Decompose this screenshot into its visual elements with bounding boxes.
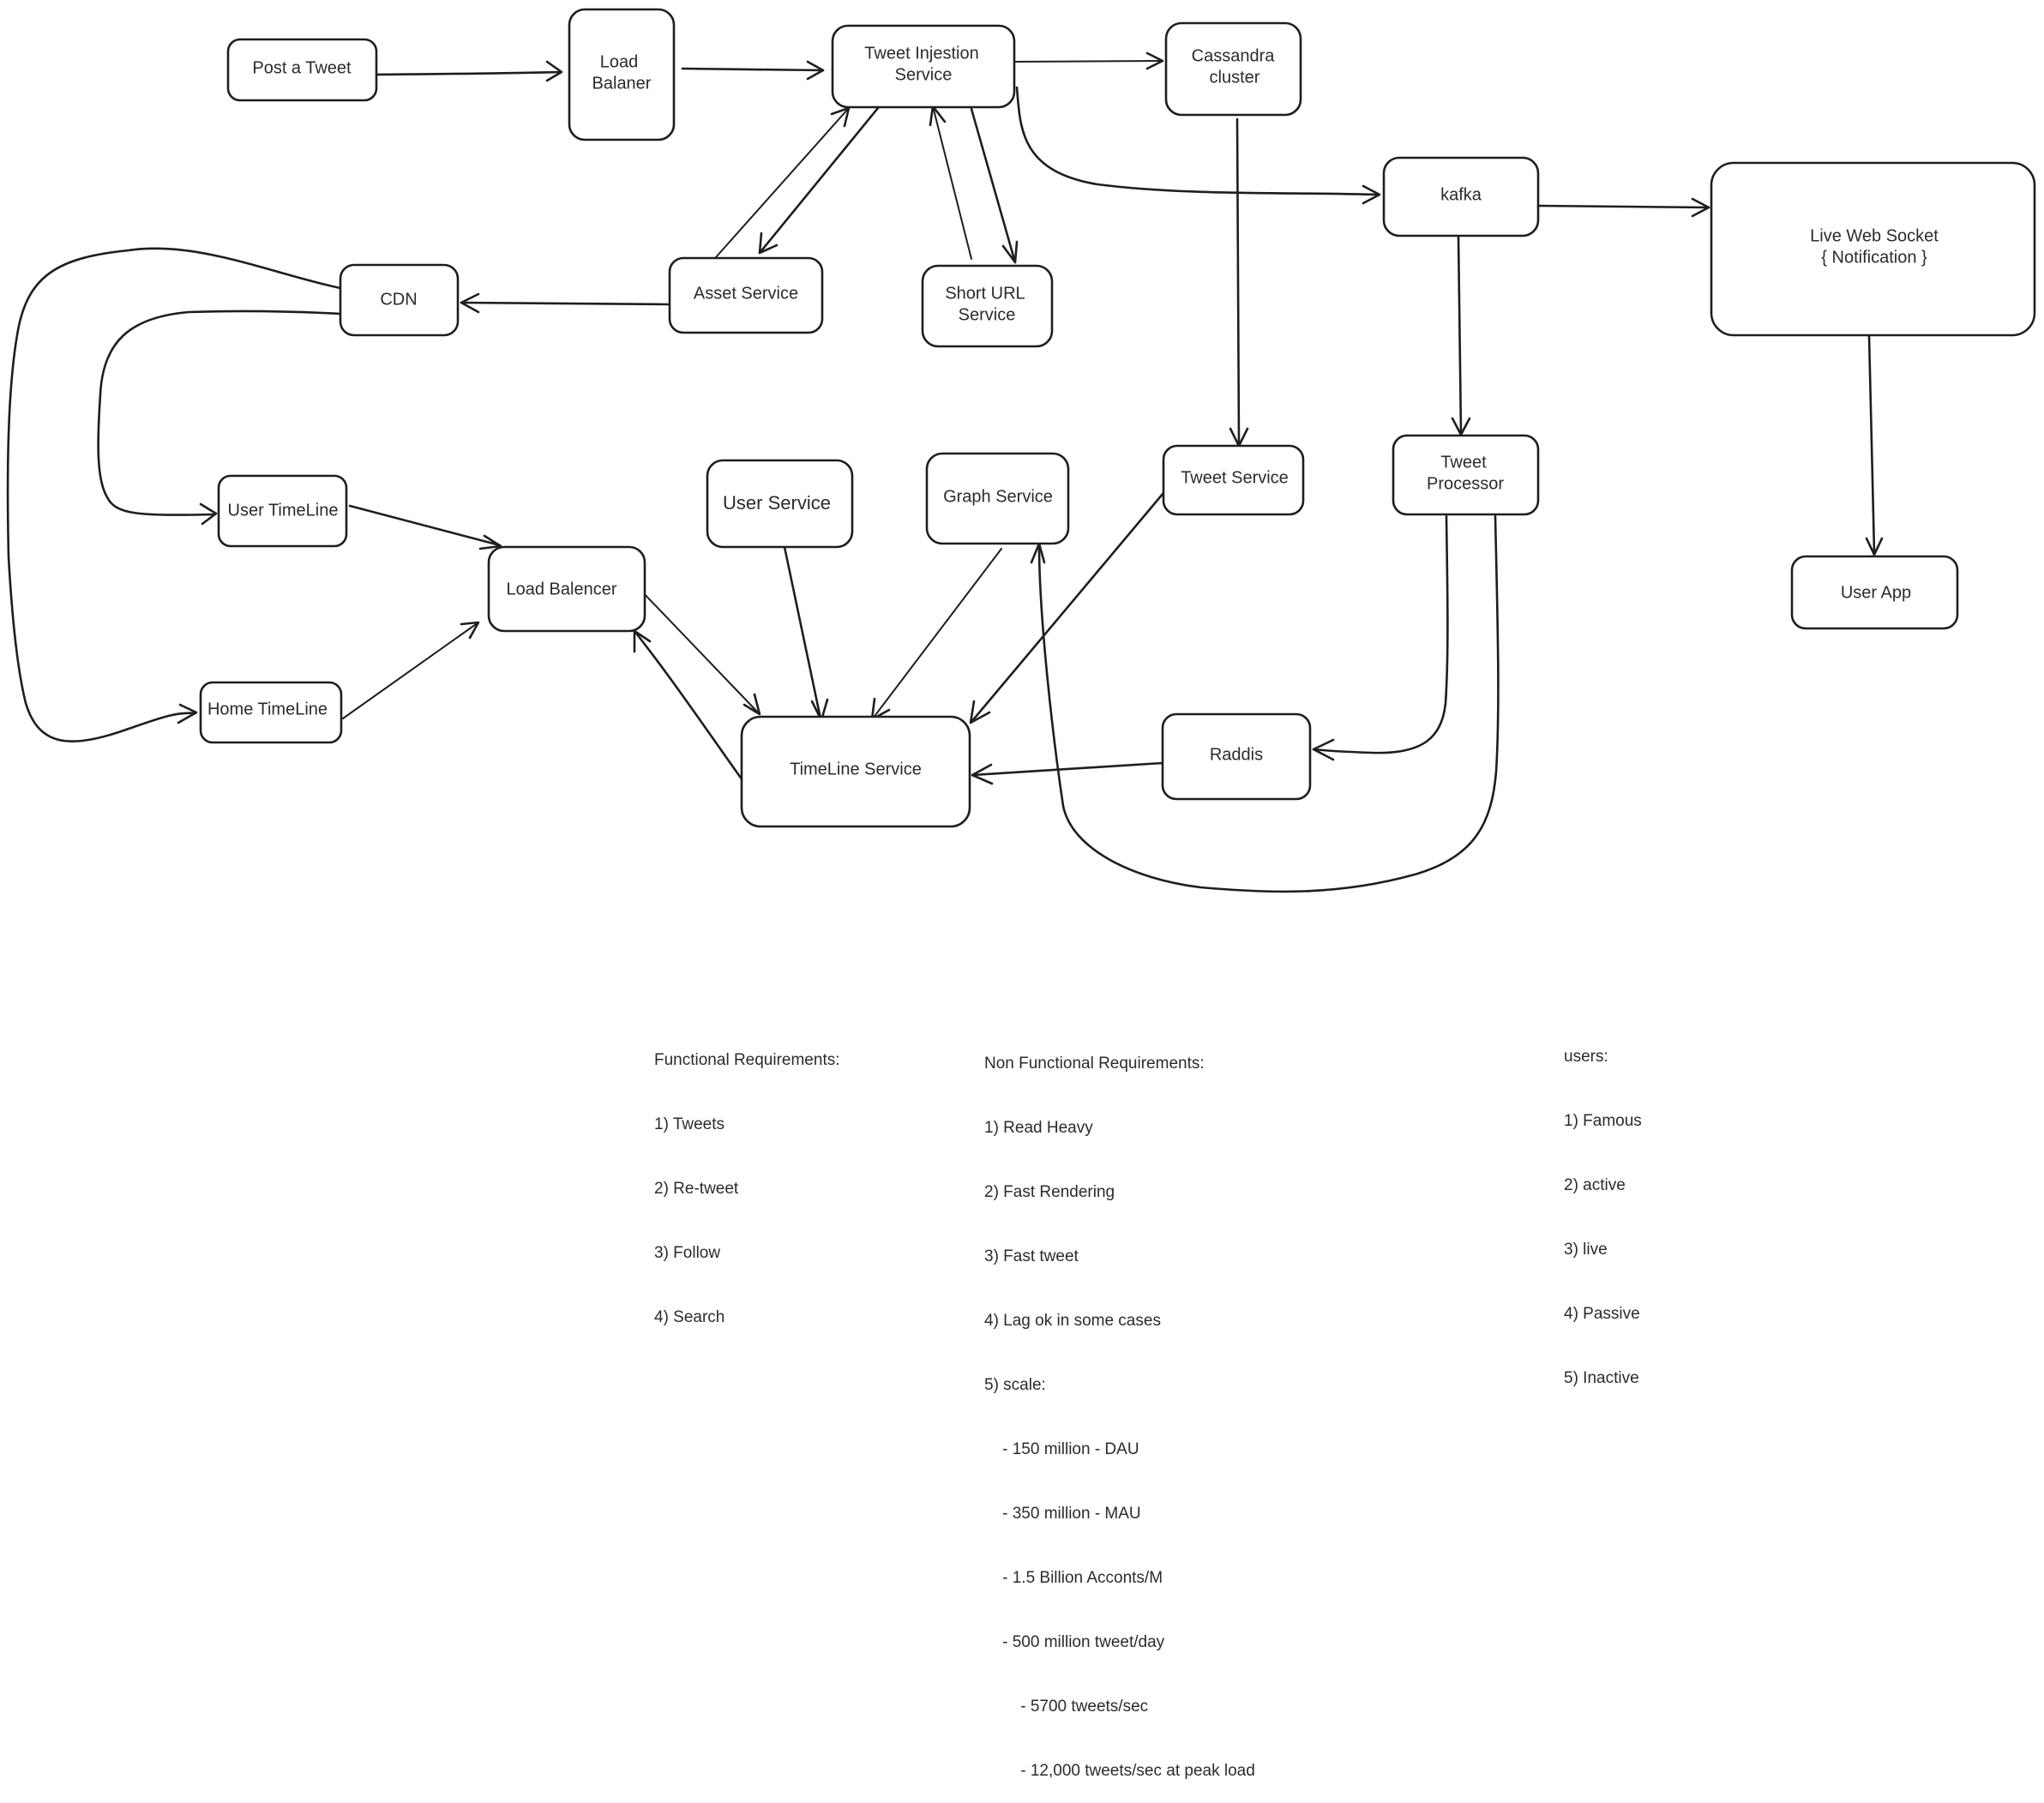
note-item: 3) Follow	[654, 1244, 721, 1262]
users-note: users: 1) Famous 2) active 3) live 4) Pa…	[1564, 1003, 1642, 1410]
node-label: Raddis	[1210, 745, 1263, 764]
edge-tweet-injestion-to-cassandra	[1013, 60, 1163, 63]
note-item: - 150 million - DAU	[984, 1440, 1139, 1458]
note-item: 1) Famous	[1564, 1112, 1642, 1130]
node-label: Graph Service	[943, 487, 1053, 506]
note-item: - 500 million tweet/day	[984, 1633, 1165, 1651]
node-tweet-injestion-service[interactable]: Tweet Injestion Service	[831, 24, 1016, 109]
node-load-balencer[interactable]: Load Balencer	[487, 545, 646, 633]
node-user-timeline[interactable]: User TimeLine	[217, 474, 348, 548]
edge-short-url-to-tweet-injestion	[932, 105, 972, 260]
note-item: 4) Passive	[1564, 1305, 1640, 1323]
node-label: TimeLine Service	[790, 760, 922, 778]
edge-tweet-processor-to-raddis	[1312, 514, 1449, 754]
node-graph-service[interactable]: Graph Service	[925, 452, 1070, 545]
note-item: 1) Read Heavy	[984, 1119, 1093, 1137]
note-item: 5) scale:	[984, 1376, 1046, 1394]
node-label: Short URL	[945, 284, 1025, 303]
note-item: 3) live	[1564, 1241, 1608, 1259]
edge-tweet-injestion-to-asset	[758, 106, 880, 255]
note-item: 3) Fast tweet	[984, 1247, 1079, 1265]
edge-home-timeline-to-load-balencer	[342, 622, 479, 719]
edge-kafka-to-tweet-processor	[1457, 235, 1463, 435]
edge-tweet-processor-to-graph-service	[1037, 514, 1500, 893]
edge-asset-to-tweet-injestion	[715, 107, 850, 258]
node-label: Home TimeLine	[207, 700, 328, 718]
node-tweet-service[interactable]: Tweet Service	[1162, 444, 1305, 516]
node-label: Processor	[1427, 474, 1504, 493]
note-item: 4) Lag ok in some cases	[984, 1312, 1161, 1330]
note-item: 2) Fast Rendering	[984, 1183, 1115, 1201]
node-label: { Notification }	[1821, 248, 1927, 267]
node-label: Load	[600, 52, 639, 71]
edge-asset-to-cdn	[460, 301, 671, 306]
node-post-tweet[interactable]: Post a Tweet	[226, 38, 378, 102]
non-functional-requirements-note: Non Functional Requirements: 1) Read Hea…	[984, 1010, 1255, 1803]
node-label: Live Web Socket	[1810, 226, 1939, 245]
node-label: Tweet Service	[1181, 468, 1289, 487]
node-user-service[interactable]: User Service	[706, 459, 854, 549]
edge-load-balencer-to-timeline-service	[638, 587, 760, 714]
node-label: Service	[959, 305, 1016, 324]
node-label: Load Balencer	[507, 580, 617, 598]
node-label: Balaner	[592, 74, 652, 93]
edge-timeline-service-to-load-balencer	[633, 629, 744, 782]
edge-post-tweet-to-load-balaner	[375, 70, 562, 76]
functional-requirements-note: Functional Requirements: 1) Tweets 2) Re…	[654, 1007, 840, 1349]
node-label: cluster	[1210, 68, 1260, 87]
arrowhead-icon	[1030, 542, 1046, 564]
node-kafka[interactable]: kafka	[1382, 156, 1540, 237]
node-label: kafka	[1440, 185, 1482, 204]
note-heading: Non Functional Requirements:	[984, 1055, 1205, 1073]
node-load-balaner[interactable]: Load Balaner	[568, 8, 676, 141]
node-label: Tweet	[1440, 453, 1487, 472]
note-item: 5) Inactive	[1564, 1369, 1639, 1387]
node-label: Asset Service	[694, 284, 798, 303]
edge-cassandra-to-tweet-service	[1235, 117, 1241, 446]
nodes: Post a Tweet Load Balaner Tweet Injestio…	[199, 8, 2036, 828]
note-heading: users:	[1564, 1048, 1608, 1066]
node-label: User App	[1841, 583, 1911, 602]
node-home-timeline[interactable]: Home TimeLine	[199, 681, 343, 744]
note-heading: Functional Requirements:	[654, 1051, 840, 1069]
node-short-url-service[interactable]: Short URL Service	[921, 264, 1054, 348]
node-label: Cassandra	[1192, 46, 1276, 65]
note-item: 2) Re-tweet	[654, 1180, 739, 1198]
node-user-app[interactable]: User App	[1790, 555, 1959, 630]
node-label: Post a Tweet	[252, 58, 352, 77]
note-item: - 5700 tweets/sec	[984, 1698, 1149, 1716]
edge-load-balaner-to-tweet-injestion	[681, 67, 825, 72]
node-timeline-service[interactable]: TimeLine Service	[740, 715, 971, 828]
node-label: CDN	[380, 290, 417, 309]
note-item: 2) active	[1564, 1176, 1626, 1194]
edge-user-service-to-timeline-service	[783, 545, 822, 720]
node-label: User Service	[723, 492, 831, 514]
node-cdn[interactable]: CDN	[339, 263, 460, 337]
node-raddis[interactable]: Raddis	[1161, 712, 1312, 801]
note-item: - 1.5 Billion Acconts/M	[984, 1569, 1163, 1587]
edge-kafka-to-live-web-socket	[1536, 204, 1710, 209]
node-live-web-socket[interactable]: Live Web Socket { Notification }	[1710, 161, 2036, 337]
edge-tweet-injestion-to-short-url	[970, 107, 1017, 264]
node-label: Tweet Injestion	[864, 44, 978, 63]
note-item: 4) Search	[654, 1308, 725, 1326]
edge-user-timeline-to-load-balencer	[348, 504, 502, 547]
note-item: 1) Tweets	[654, 1115, 725, 1133]
node-label: User TimeLine	[228, 501, 339, 520]
edge-raddis-to-timeline-service	[971, 761, 1164, 777]
node-tweet-processor[interactable]: Tweet Processor	[1392, 434, 1540, 516]
node-cassandra-cluster[interactable]: Cassandra cluster	[1164, 21, 1302, 117]
node-label: Service	[895, 65, 953, 84]
node-asset-service[interactable]: Asset Service	[668, 256, 824, 334]
note-item: - 12,000 tweets/sec at peak load	[984, 1762, 1255, 1780]
edge-graph-service-to-timeline-service	[872, 548, 1002, 719]
edge-live-web-socket-to-user-app	[1867, 334, 1876, 555]
note-item: - 350 million - MAU	[984, 1505, 1141, 1523]
